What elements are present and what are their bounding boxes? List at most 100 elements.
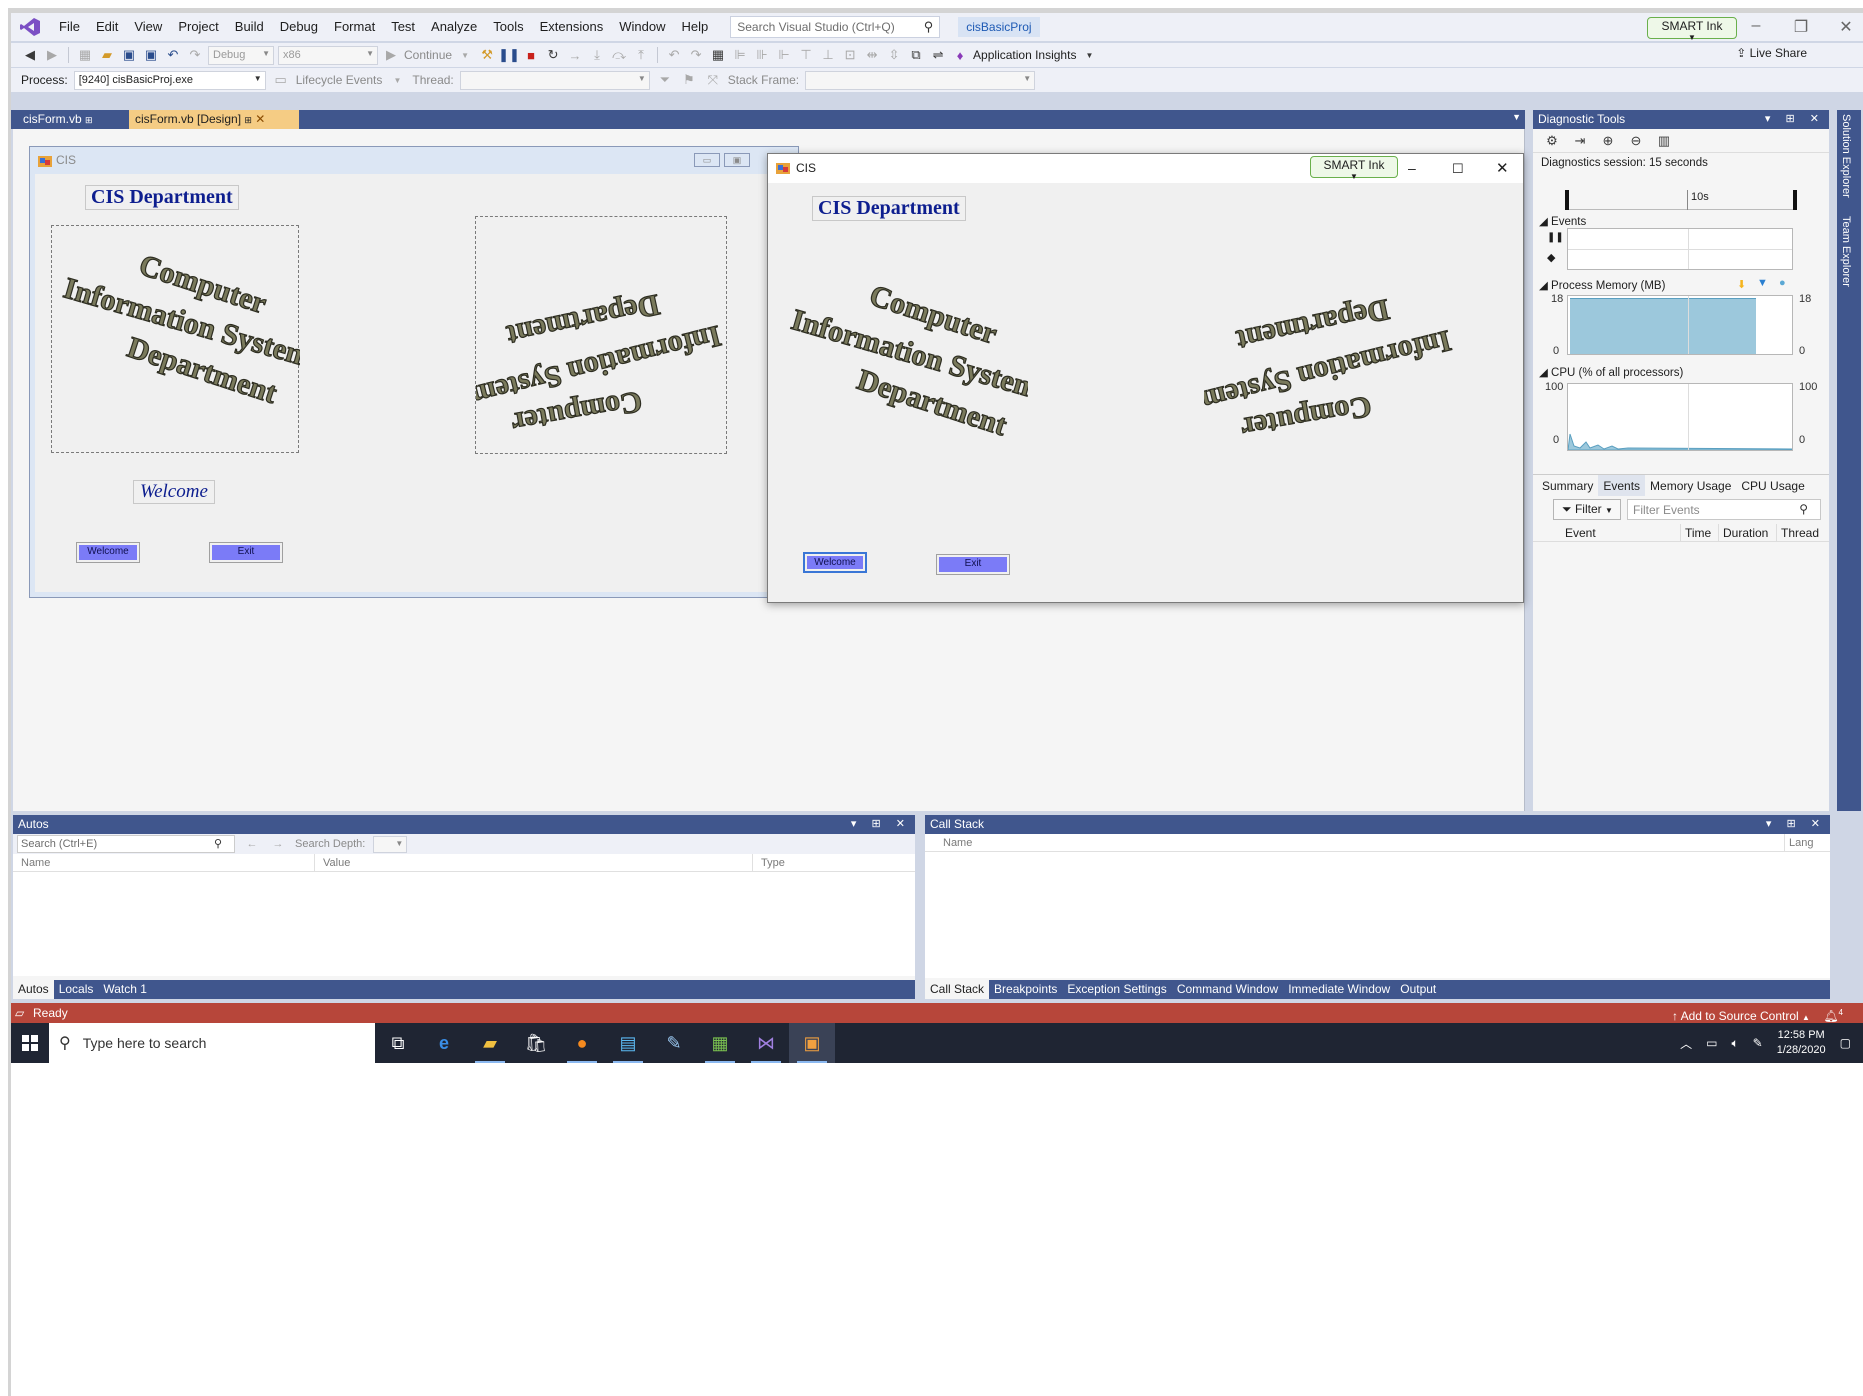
menu-help[interactable]: Help xyxy=(673,13,716,41)
process-select[interactable]: [9240] cisBasicProj.exe ▼ xyxy=(73,70,266,90)
menu-file[interactable]: File xyxy=(51,13,88,41)
pause-icon[interactable]: ❚❚ xyxy=(498,46,520,64)
align-centers-icon[interactable]: ⊪ xyxy=(753,46,771,64)
grid-icon[interactable]: ▦ xyxy=(709,46,727,64)
col-type[interactable]: Type xyxy=(753,854,903,871)
filter-icon[interactable]: ⏷ xyxy=(656,71,674,89)
chevron-up-icon[interactable]: ︿ xyxy=(1680,1035,1692,1052)
tab-call-stack[interactable]: Call Stack xyxy=(925,980,990,999)
platform-select[interactable]: x86 ▼ xyxy=(278,45,378,65)
taskbar-search-input[interactable]: ⚲ Type here to search xyxy=(49,1023,375,1063)
forward-icon[interactable]: ▶ xyxy=(43,46,61,64)
arrow-left-icon[interactable]: ← xyxy=(243,835,261,853)
clock[interactable]: 12:58 PM 1/28/2020 xyxy=(1777,1028,1826,1058)
application-insights-button[interactable]: Application Insights xyxy=(973,48,1076,62)
running-form-window[interactable]: CIS SMART Ink ▼ – ☐ ✕ CIS Department Comp… xyxy=(767,153,1524,603)
tab-immediate-window[interactable]: Immediate Window xyxy=(1283,980,1395,999)
welcome-button[interactable]: Welcome xyxy=(76,542,140,563)
feather-icon[interactable]: ✎ xyxy=(651,1023,697,1063)
tab-cisform-design[interactable]: cisForm.vb [Design] ⊞ ✕ xyxy=(129,110,299,129)
network-icon[interactable]: ▭ xyxy=(1706,1036,1717,1050)
menu-format[interactable]: Format xyxy=(326,13,383,41)
tab-cisform-code[interactable]: cisForm.vb ⊞ xyxy=(17,110,129,129)
export-icon[interactable]: ⇥ xyxy=(1571,132,1589,150)
bring-to-front-icon[interactable]: ⧉ xyxy=(907,46,925,64)
hot-reload-icon[interactable]: ⚒ xyxy=(478,46,496,64)
menu-edit[interactable]: Edit xyxy=(88,13,126,41)
task-view-icon[interactable]: ⧉ xyxy=(375,1023,421,1063)
filter-button[interactable]: ⏷ Filter ▼ xyxy=(1553,499,1621,520)
action-center-icon[interactable]: ▢ xyxy=(1840,1036,1851,1050)
col-time[interactable]: Time xyxy=(1681,524,1719,541)
live-share-button[interactable]: ⇪ Live Share xyxy=(1736,46,1807,60)
tab-cpu-usage[interactable]: CPU Usage xyxy=(1736,475,1809,496)
col-name[interactable]: Name xyxy=(925,834,1785,851)
welcome-button[interactable]: Welcome xyxy=(803,552,867,573)
menu-build[interactable]: Build xyxy=(227,13,272,41)
team-explorer-tab[interactable]: Team Explorer xyxy=(1840,216,1852,287)
col-thread[interactable]: Thread xyxy=(1777,524,1827,541)
pane-controls[interactable]: ▾ ⊞ ✕ xyxy=(1765,110,1825,129)
col-name[interactable]: Name xyxy=(13,854,315,871)
redo-icon[interactable]: ↷ xyxy=(687,46,705,64)
chart-icon[interactable]: ▥ xyxy=(1655,132,1673,150)
continue-button[interactable]: Continue xyxy=(404,48,452,62)
solution-config-select[interactable]: Debug ▼ xyxy=(208,45,274,65)
menu-debug[interactable]: Debug xyxy=(272,13,326,41)
tab-autos[interactable]: Autos xyxy=(13,980,54,999)
file-explorer-icon[interactable]: ▰ xyxy=(467,1023,513,1063)
diagnostic-timeline[interactable]: 10s xyxy=(1565,190,1797,210)
zoom-in-icon[interactable]: ⊕ xyxy=(1599,132,1617,150)
picture-box-right[interactable]: Computer Information Systems Department xyxy=(475,216,727,454)
welcome-label[interactable]: Welcome xyxy=(133,480,215,504)
pin-icon[interactable]: ⊞ xyxy=(244,115,252,125)
show-next-statement-icon[interactable]: → xyxy=(566,46,584,64)
col-lang[interactable]: Lang xyxy=(1785,834,1825,851)
align-rights-icon[interactable]: ⊩ xyxy=(775,46,793,64)
notepad-icon[interactable]: ▤ xyxy=(605,1023,651,1063)
step-out-icon[interactable]: ⤒ xyxy=(632,46,650,64)
col-duration[interactable]: Duration xyxy=(1719,524,1777,541)
restore-icon[interactable]: ❐ xyxy=(1786,17,1816,37)
save-icon[interactable]: ▣ xyxy=(120,46,138,64)
start-button[interactable] xyxy=(11,1023,49,1063)
chevron-down-icon[interactable]: ▼ xyxy=(1080,46,1098,64)
menu-tools[interactable]: Tools xyxy=(485,13,531,41)
minimize-icon[interactable]: – xyxy=(1741,17,1771,35)
tab-memory-usage[interactable]: Memory Usage xyxy=(1645,475,1736,496)
edge-icon[interactable]: e xyxy=(421,1023,467,1063)
notifications-icon[interactable]: 🔔︎ xyxy=(1823,1009,1838,1023)
menu-view[interactable]: View xyxy=(126,13,170,41)
tab-events[interactable]: Events xyxy=(1598,475,1646,496)
undo-icon[interactable]: ↶ xyxy=(665,46,683,64)
vertical-spacing-icon[interactable]: ⇳ xyxy=(885,46,903,64)
restart-icon[interactable]: ↻ xyxy=(544,46,562,64)
picture-box-left[interactable]: Computer Information Systems Department xyxy=(51,225,300,453)
lifecycle-events-button[interactable]: Lifecycle Events xyxy=(296,73,383,87)
tab-command-window[interactable]: Command Window xyxy=(1172,980,1283,999)
pane-controls[interactable]: ▾ ⊞ ✕ xyxy=(851,815,911,834)
exit-button[interactable]: Exit xyxy=(936,554,1010,575)
close-icon[interactable]: ✕ xyxy=(1831,17,1861,37)
open-folder-icon[interactable]: ▰ xyxy=(98,46,116,64)
thread-select[interactable]: ▼ xyxy=(459,70,650,90)
stop-icon[interactable]: ■ xyxy=(522,46,540,64)
tab-watch-1[interactable]: Watch 1 xyxy=(98,980,152,999)
filter-events-input[interactable]: Filter Events ⚲ xyxy=(1627,499,1821,520)
pen-icon[interactable]: ✎ xyxy=(1753,1036,1763,1050)
cis-title-label[interactable]: CIS Department xyxy=(85,185,239,210)
design-form[interactable]: CIS ▭ ▣ CIS Department Computer Informat… xyxy=(29,146,799,598)
tab-output[interactable]: Output xyxy=(1395,980,1441,999)
chevron-down-icon[interactable]: ▼ xyxy=(1512,112,1521,122)
chevron-down-icon[interactable]: ▼ xyxy=(388,71,406,89)
menu-extensions[interactable]: Extensions xyxy=(532,13,612,41)
smart-ink-button[interactable]: SMART Ink ▼ xyxy=(1647,17,1737,42)
flag-icon[interactable]: ⚑ xyxy=(680,71,698,89)
zoom-out-icon[interactable]: ⊖ xyxy=(1627,132,1645,150)
menu-test[interactable]: Test xyxy=(383,13,423,41)
maximize-icon[interactable]: ☐ xyxy=(1452,154,1464,183)
align-tops-icon[interactable]: ⊤ xyxy=(797,46,815,64)
col-value[interactable]: Value xyxy=(315,854,753,871)
step-into-icon[interactable]: ⤓ xyxy=(588,46,606,64)
chevron-down-icon[interactable]: ▼ xyxy=(456,46,474,64)
